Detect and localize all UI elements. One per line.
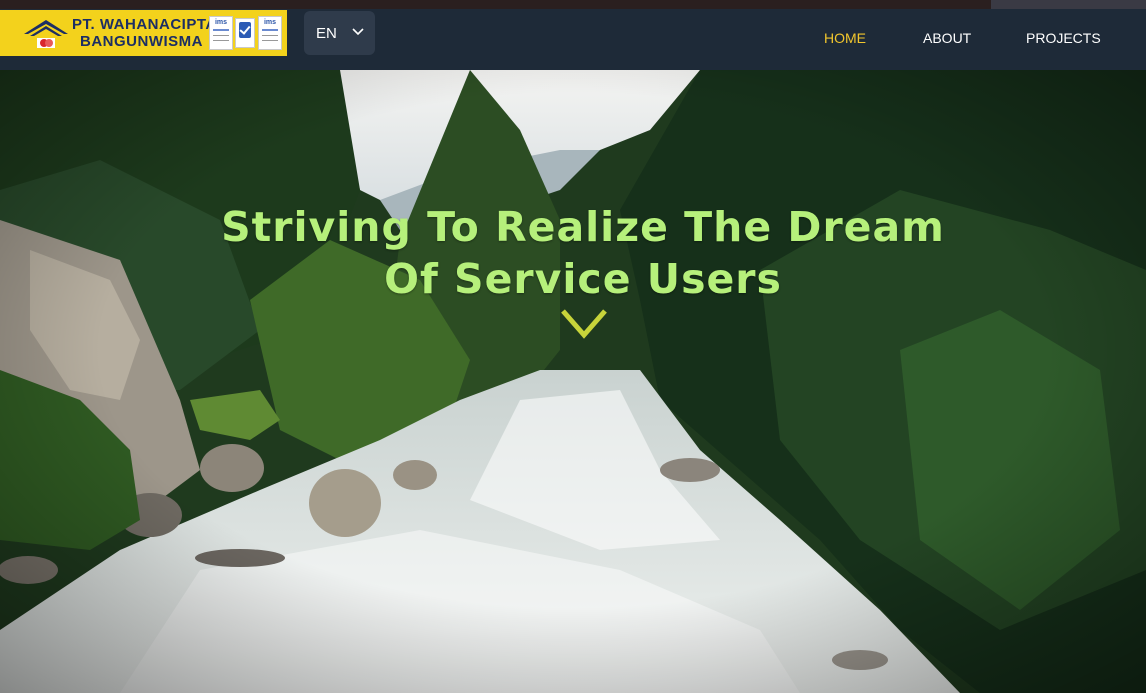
- language-selected: EN: [316, 25, 337, 42]
- nav-about[interactable]: ABOUT: [923, 30, 971, 46]
- company-name-line1: PT. WAHANACIPTA: [72, 16, 217, 33]
- site-header: PT. WAHANACIPTA BANGUNWISMA ims ims EN H…: [0, 9, 1146, 70]
- nav-projects[interactable]: PROJECTS: [1026, 30, 1101, 46]
- hero-section: Striving To Realize The Dream Of Service…: [0, 70, 1146, 693]
- company-name-line2: BANGUNWISMA: [80, 33, 203, 50]
- chevron-down-icon: [352, 28, 364, 36]
- chevron-down-icon[interactable]: [559, 305, 609, 341]
- hero-title-line2: Of Service Users: [384, 255, 782, 303]
- hero-title: Striving To Realize The Dream Of Service…: [0, 201, 1146, 305]
- hero-title-line1: Striving To Realize The Dream: [221, 203, 945, 251]
- ims-certificate-logo-2: ims: [258, 16, 282, 50]
- top-strip: [0, 0, 1146, 9]
- cert-label-2: ims: [263, 19, 277, 26]
- kan-accreditation-icon: [235, 18, 255, 48]
- top-strip-right: [991, 0, 1146, 9]
- ims-certificate-logo: ims: [209, 16, 233, 50]
- cert-label: ims: [214, 19, 228, 26]
- house-logo-icon: [24, 20, 68, 48]
- hero-background-image: [0, 70, 1146, 693]
- language-selector[interactable]: EN: [304, 11, 375, 55]
- company-logo[interactable]: PT. WAHANACIPTA BANGUNWISMA ims ims: [0, 10, 287, 56]
- nav-home[interactable]: HOME: [824, 30, 866, 46]
- company-name: PT. WAHANACIPTA BANGUNWISMA: [72, 16, 217, 50]
